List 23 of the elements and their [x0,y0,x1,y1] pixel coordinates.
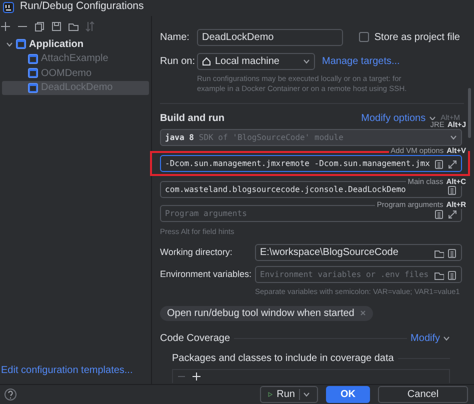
section-title: Build and run [160,112,224,126]
modify-link[interactable]: Modify [410,330,450,346]
packages-label: Packages and classes to include in coverage data [172,352,394,366]
edit-templates-link[interactable]: Edit configuration templates... [1,363,133,378]
target-dropdown[interactable]: Local machine [197,52,315,70]
vm-options-field[interactable]: -Dcom.sun.management.jmxremote -Dcom.sun.management.jmx [160,155,462,172]
name-field[interactable]: DeadLockDemo [197,28,343,46]
checkbox-label: Store as project file [374,30,460,44]
section-title: Code Coverage [160,332,230,346]
run-button[interactable]: Run [260,386,318,403]
field-label: Environment variables: [160,268,253,281]
jre-hint: SDK of 'BlogSourceCode' module [198,132,344,144]
ok-button[interactable]: OK [326,386,370,403]
option-chip[interactable]: Open run/debug tool window when started [160,306,374,320]
cancel-button[interactable]: Cancel [378,386,468,403]
run-on-label: Run on: [160,54,196,68]
working-directory-field[interactable]: E:\workspace\BlogSourceCode [255,244,462,262]
jre-dropdown[interactable]: java 8 SDK of 'BlogSourceCode' module [160,129,462,146]
manage-targets-link[interactable]: Manage targets... [322,54,400,68]
tree-item[interactable]: Application [2,37,149,52]
field-label: Working directory: [160,246,234,259]
window-title: Run/Debug Configurations [20,0,144,14]
name-label: Name: [160,30,190,44]
